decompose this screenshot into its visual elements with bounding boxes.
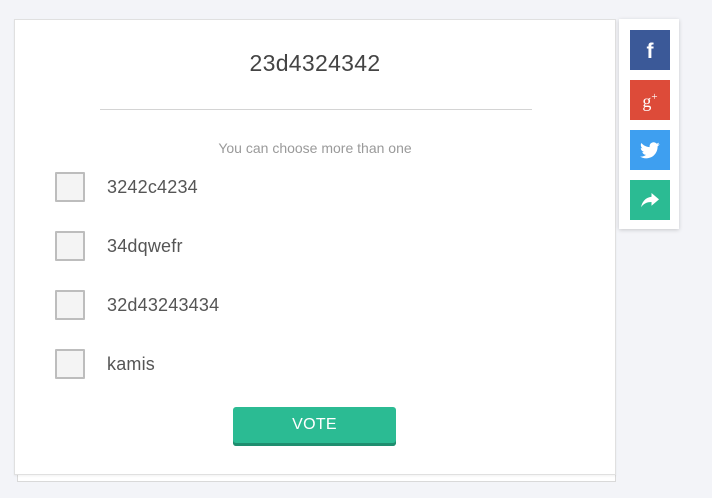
option-label: kamis — [107, 353, 156, 374]
option-checkbox[interactable] — [55, 290, 85, 320]
poll-option[interactable]: kamis — [55, 347, 155, 381]
option-checkbox[interactable] — [55, 172, 85, 202]
twitter-icon — [640, 141, 660, 158]
poll-option[interactable]: 3242c4234 — [55, 170, 198, 204]
poll-option[interactable]: 32d43243434 — [55, 288, 219, 322]
facebook-icon: f — [646, 39, 654, 63]
google-plus-icon: g+ — [642, 90, 658, 111]
share-panel: f g+ — [619, 19, 679, 229]
poll-hint: You can choose more than one — [218, 140, 412, 156]
google-plus-share-button[interactable]: g+ — [630, 80, 670, 120]
poll-title: 23d4324342 — [249, 50, 381, 76]
share-icon — [641, 192, 659, 207]
option-checkbox[interactable] — [55, 231, 85, 261]
twitter-share-button[interactable] — [630, 130, 670, 170]
title-divider — [100, 109, 532, 110]
option-label: 3242c4234 — [107, 176, 198, 197]
option-checkbox[interactable] — [55, 349, 85, 379]
generic-share-button[interactable] — [630, 180, 670, 220]
option-label: 32d43243434 — [107, 294, 220, 315]
vote-button[interactable]: VOTE — [233, 407, 396, 446]
poll-option[interactable]: 34dqwefr — [55, 229, 183, 263]
poll-card: 23d4324342 You can choose more than one … — [14, 19, 616, 475]
option-label: 34dqwefr — [107, 235, 183, 256]
facebook-share-button[interactable]: f — [630, 30, 670, 70]
